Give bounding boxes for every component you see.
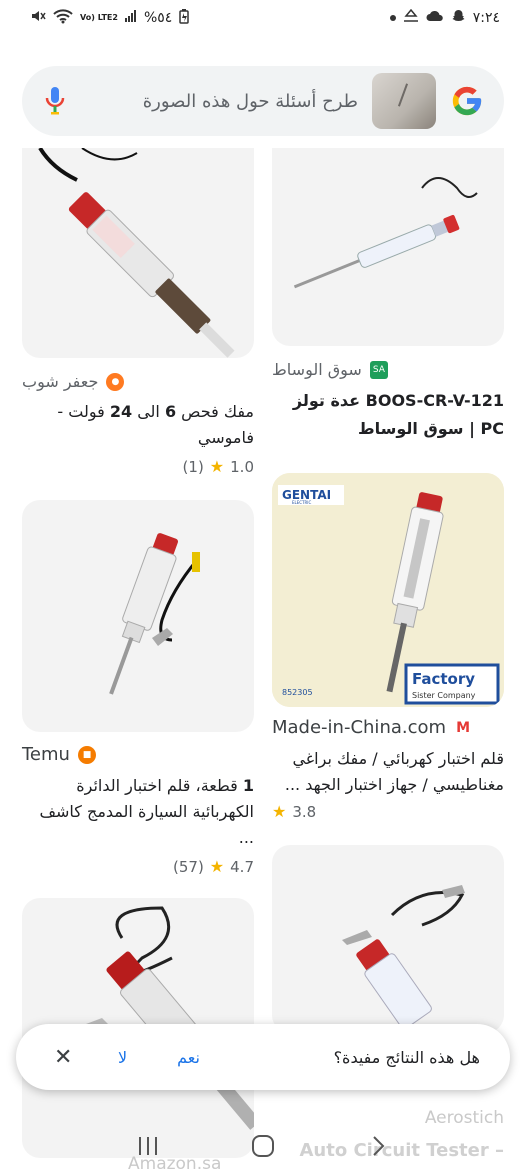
review-count: (57) <box>173 857 204 876</box>
battery-icon <box>179 8 190 28</box>
result-rating: ★ 3.8 <box>272 802 504 821</box>
result-image[interactable] <box>22 148 254 358</box>
screwdriver-tester-image <box>293 177 478 289</box>
home-icon[interactable] <box>248 1131 278 1161</box>
title-number: 6 <box>164 402 177 421</box>
cloud-icon <box>426 10 444 26</box>
title-number: 1 <box>242 776 254 795</box>
result-title[interactable]: مفك فحص 6 الى 24 فولت - فاموسي <box>22 399 254 451</box>
results-right-column: SA سوق الوساط BOOS-CR-V-121 عدة تولز PC … <box>272 148 504 1033</box>
network-label: Vo) LTE2 <box>80 13 118 22</box>
notification-dot-icon <box>389 15 396 21</box>
snapchat-icon <box>451 9 466 28</box>
mic-icon[interactable] <box>42 84 68 118</box>
title-text: مفك فحص <box>176 402 254 421</box>
jafar-shop-favicon-icon: ● <box>106 372 125 391</box>
wifi-icon <box>53 8 73 28</box>
voltage-tester-pen-image <box>38 148 235 358</box>
product-code: 852305 <box>282 688 313 697</box>
result-rating: (1) ★ 1.0 <box>22 457 254 476</box>
search-input[interactable]: طرح أسئلة حول هذه الصورة <box>68 91 372 112</box>
title-number: 24 <box>109 402 133 421</box>
result-title[interactable]: قلم اختبار كهربائي / مفك براغي مغناطيسي … <box>272 746 504 798</box>
status-right: ٧:٢٤ <box>389 8 500 28</box>
result-source-name: سوق الوساط <box>272 360 362 379</box>
mute-icon <box>30 9 46 27</box>
result-source-name: Made-in-China.com <box>272 717 447 738</box>
result-source-name: جعفر شوب <box>22 372 99 391</box>
search-bar[interactable]: طرح أسئلة حول هذه الصورة <box>22 66 504 136</box>
review-count: (1) <box>182 457 204 476</box>
back-icon[interactable] <box>363 1131 393 1161</box>
rating-value: 3.8 <box>292 802 317 821</box>
signal-icon <box>124 10 137 26</box>
result-source[interactable]: M Made-in-China.com <box>272 717 504 738</box>
feedback-prompt: ✕ لا نعم هل هذه النتائج مفيدة؟ <box>16 1024 510 1090</box>
made-in-china-favicon-icon: M <box>456 719 471 736</box>
result-source[interactable]: SA سوق الوساط <box>272 360 504 379</box>
google-logo-icon <box>450 84 484 118</box>
battery-percent: %٥٤ <box>143 10 173 26</box>
result-image[interactable]: GENTAI ELECTRIC Factory Sister Company 8… <box>272 473 504 707</box>
feedback-no-button[interactable]: لا <box>118 1048 127 1067</box>
feedback-yes-button[interactable]: نعم <box>177 1048 200 1067</box>
result-image[interactable] <box>272 845 504 1033</box>
brand-sub-text: ELECTRIC <box>292 500 311 505</box>
result-image[interactable] <box>272 148 504 346</box>
factory-label: Factory <box>412 670 475 688</box>
title-text: الى <box>132 402 165 421</box>
star-icon: ★ <box>209 857 225 876</box>
star-icon: ★ <box>272 802 287 821</box>
query-image-thumbnail[interactable] <box>372 73 436 129</box>
temu-favicon-icon: ■ <box>77 745 96 764</box>
result-source[interactable]: ● جعفر شوب <box>22 372 254 391</box>
result-source[interactable]: ■ Temu <box>22 744 254 765</box>
status-left: Vo) LTE2 %٥٤ <box>30 8 190 28</box>
feedback-question: هل هذه النتائج مفيدة؟ <box>333 1047 480 1067</box>
result-image[interactable] <box>22 500 254 732</box>
upload-icon <box>403 8 419 27</box>
star-icon: ★ <box>209 457 225 476</box>
result-title[interactable]: BOOS-CR-V-121 عدة تولز PC | سوق الوساط <box>272 387 504 443</box>
results-left-column: ● جعفر شوب مفك فحص 6 الى 24 فولت - فاموس… <box>22 148 254 1158</box>
title-text: قطعة، قلم اختبار الدائرة الكهربائية السي… <box>39 776 254 847</box>
rating-value: 4.7 <box>230 857 254 876</box>
souq-alwasat-favicon-icon: SA <box>369 360 388 379</box>
gentai-tester-image: GENTAI ELECTRIC Factory Sister Company 8… <box>272 473 504 707</box>
rating-value: 1.0 <box>230 457 254 476</box>
recents-icon[interactable] <box>133 1131 163 1161</box>
system-nav-bar <box>0 1118 526 1173</box>
status-bar: Vo) LTE2 %٥٤ ٧:٢٤ <box>0 0 526 36</box>
close-icon[interactable]: ✕ <box>54 1045 78 1070</box>
circuit-tester-image <box>109 533 200 695</box>
result-rating: (57) ★ 4.7 <box>22 857 254 876</box>
result-source-name: Temu <box>22 744 70 765</box>
clock-time: ٧:٢٤ <box>472 10 500 26</box>
aerostich-tester-image <box>342 885 465 1030</box>
factory-sub-label: Sister Company <box>412 691 476 700</box>
result-title[interactable]: 1 قطعة، قلم اختبار الدائرة الكهربائية ال… <box>22 773 254 851</box>
